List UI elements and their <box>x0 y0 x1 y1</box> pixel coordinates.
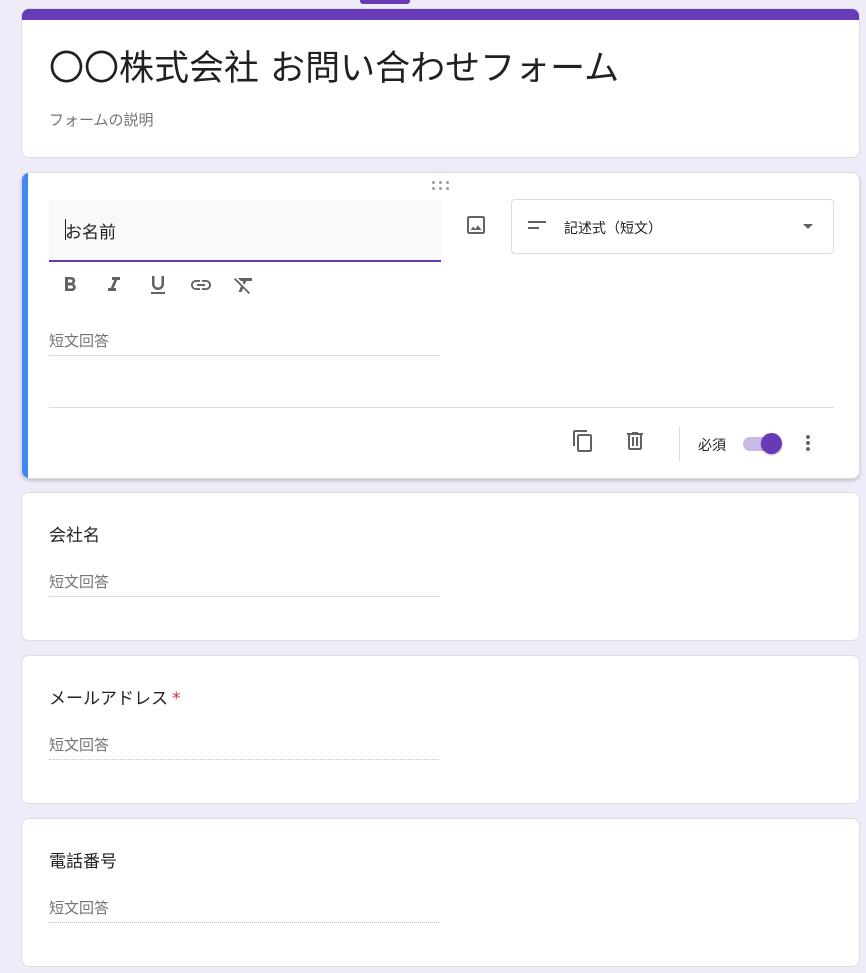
question-card[interactable]: 会社名 短文回答 <box>21 492 860 641</box>
question-title-input[interactable]: お名前 <box>49 200 441 262</box>
form-header-card[interactable]: 〇〇株式会社 お問い合わせフォーム フォームの説明 <box>21 8 860 158</box>
underline-icon[interactable] <box>146 273 170 297</box>
question-card-active[interactable]: お名前 記述式（短文） 短文回答 必須 <box>21 172 860 479</box>
question-type-label: 記述式（短文） <box>564 221 662 237</box>
more-vert-icon[interactable] <box>796 431 820 455</box>
short-answer-placeholder: 短文回答 <box>49 897 439 923</box>
footer-separator <box>679 427 680 461</box>
text-caret <box>65 219 66 240</box>
question-card[interactable]: 電話番号 短文回答 <box>21 818 860 967</box>
short-answer-placeholder: 短文回答 <box>49 330 439 356</box>
clear-format-icon[interactable] <box>232 273 256 297</box>
required-toggle[interactable] <box>741 433 782 454</box>
form-description[interactable]: フォームの説明 <box>49 109 154 130</box>
question-type-dropdown[interactable]: 記述式（短文） <box>511 199 834 254</box>
short-answer-placeholder: 短文回答 <box>49 571 439 597</box>
theme-accent-bar <box>22 9 859 20</box>
question-title: 電話番号 <box>49 852 117 872</box>
active-indicator <box>22 173 28 478</box>
image-icon[interactable] <box>464 213 488 237</box>
card-footer-divider <box>49 407 834 408</box>
header-tab-indicator <box>360 0 410 4</box>
short-answer-placeholder: 短文回答 <box>49 734 439 760</box>
question-card[interactable]: メールアドレス * 短文回答 <box>21 655 860 804</box>
link-icon[interactable] <box>189 273 213 297</box>
required-label: 必須 <box>698 438 726 454</box>
question-title: メールアドレス <box>49 689 168 709</box>
short-answer-icon <box>528 221 546 229</box>
form-title[interactable]: 〇〇株式会社 お問い合わせフォーム <box>49 47 619 91</box>
trash-icon[interactable] <box>623 429 647 453</box>
copy-icon[interactable] <box>571 429 595 453</box>
bold-icon[interactable] <box>58 273 82 297</box>
italic-icon[interactable] <box>102 273 126 297</box>
required-asterisk: * <box>172 689 181 709</box>
question-title: 会社名 <box>49 526 100 546</box>
question-title-wrapper: メールアドレス * <box>49 684 181 709</box>
drag-handle-icon[interactable] <box>432 181 452 193</box>
question-title-text: お名前 <box>65 223 116 243</box>
dropdown-arrow-icon <box>803 224 813 229</box>
